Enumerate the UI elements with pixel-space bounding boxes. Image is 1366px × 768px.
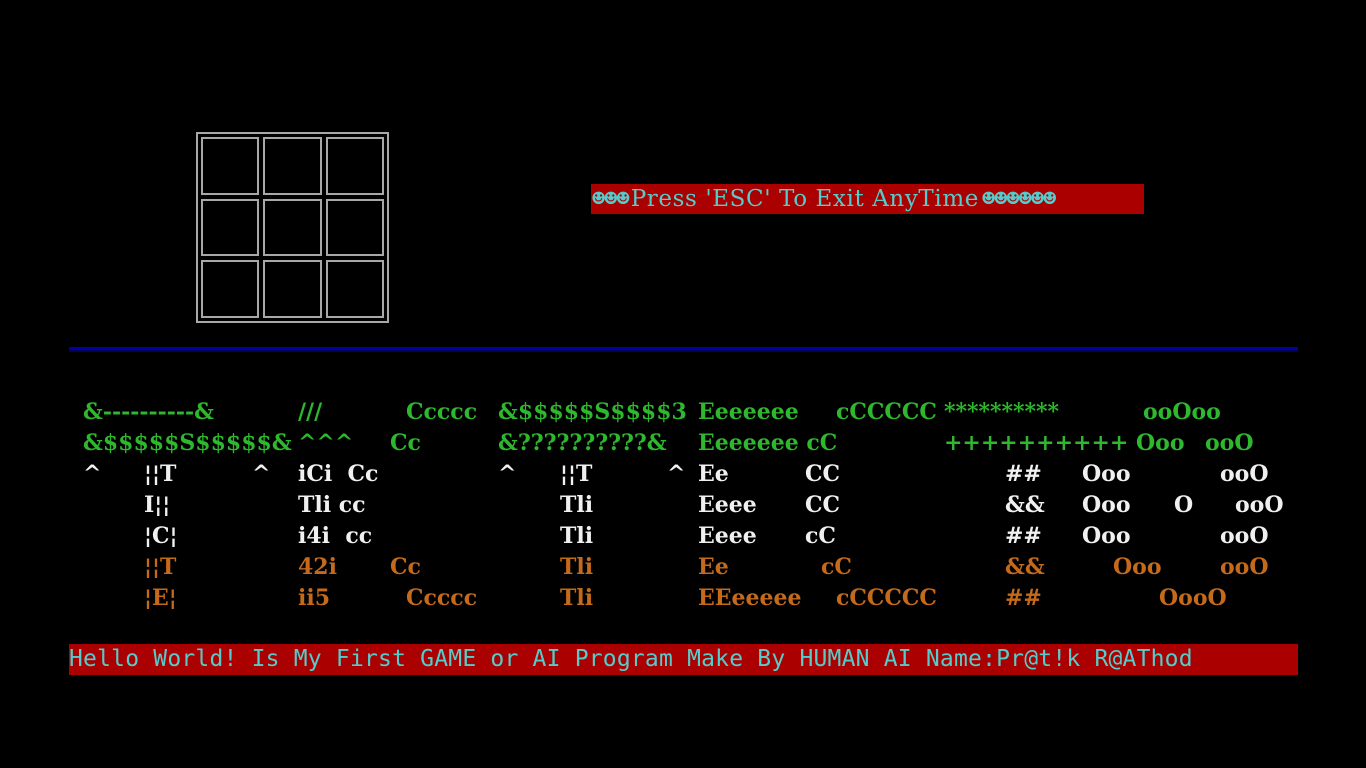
footer-credits-banner: Hello World! Is My First GAME or AI Prog…: [69, 644, 1298, 675]
art-segment: ##: [1005, 523, 1042, 549]
art-segment: &??????????&: [498, 430, 667, 456]
art-segment: ii5: [298, 585, 331, 611]
art-segment: ##: [1005, 461, 1042, 487]
art-segment: Ee: [698, 461, 729, 487]
art-segment: OooO: [1159, 585, 1227, 611]
esc-banner-text: Press 'ESC' To Exit AnyTime: [630, 186, 979, 212]
art-segment: Ooo: [1082, 492, 1131, 518]
board-cell-6[interactable]: [325, 198, 384, 257]
art-segment: Tli: [560, 523, 594, 549]
art-row: &----------& /// Ccccc &$$$$$S$$$$3 Eeeeeee c…: [83, 397, 1298, 428]
art-row: &$$$$$S$$$$$& ^^^ Cc &??????????& Eeeeeee cC…: [83, 428, 1298, 459]
ascii-art-title: &----------& /// Ccccc &$$$$$S$$$$3 Eeeeeee c…: [83, 397, 1298, 617]
art-segment: ooO: [1220, 523, 1269, 549]
art-segment: CC: [805, 461, 841, 487]
board-cell-2[interactable]: [263, 137, 322, 195]
art-segment: Ccccc: [406, 399, 478, 425]
smiley-icon: ☻☻☻: [591, 189, 631, 209]
board-cell-8[interactable]: [263, 260, 322, 318]
art-segment: i4i cc: [298, 523, 373, 549]
art-segment: ^: [83, 461, 102, 487]
art-segment: iCi Cc: [298, 461, 379, 487]
art-segment: Eeeeeee cC: [698, 430, 838, 456]
art-segment: ooO: [1220, 554, 1269, 580]
art-segment: Tli: [560, 492, 594, 518]
art-segment: ^^^: [298, 430, 354, 456]
board-cell-9[interactable]: [325, 260, 384, 318]
board-cell-4[interactable]: [201, 198, 260, 257]
board-cell-1[interactable]: [201, 137, 260, 195]
art-segment: Eeee: [698, 523, 757, 549]
art-row: I¦¦ Tli cc Tli Eeee CC && Ooo OooO: [83, 490, 1298, 521]
art-segment: O: [1174, 492, 1194, 518]
board-cell-7[interactable]: [201, 260, 260, 318]
art-segment: ooO: [1205, 430, 1254, 456]
art-segment: ++++++++++ Ooo: [944, 430, 1185, 456]
art-segment: Cc: [390, 430, 421, 456]
art-segment: Eeeeeee: [698, 399, 799, 425]
art-row: ¦E¦ ii5 Ccccc Tli EEeeeee cCCCCC ## OooO: [83, 583, 1298, 614]
art-segment: ¦¦T: [144, 554, 177, 580]
esc-exit-banner: ☻☻☻ Press 'ESC' To Exit AnyTime ☻☻☻☻☻☻: [591, 184, 1144, 214]
art-segment: ooO: [1235, 492, 1284, 518]
art-segment: ¦¦T: [560, 461, 593, 487]
art-row: ¦¦T 42i Cc Tli Ee cC && Ooo ooO: [83, 552, 1298, 583]
art-segment: cCCCCC: [836, 399, 937, 425]
art-segment: ooO: [1220, 461, 1269, 487]
art-segment: ooOoo: [1143, 399, 1221, 425]
board-cell-5[interactable]: [263, 198, 322, 257]
art-segment: cCCCCC: [836, 585, 937, 611]
art-segment: Tli: [560, 554, 594, 580]
art-segment: Eeee: [698, 492, 757, 518]
art-segment: cC: [805, 523, 836, 549]
art-segment: ¦E¦: [144, 585, 177, 611]
art-segment: ^: [498, 461, 517, 487]
art-segment: Ooo: [1113, 554, 1162, 580]
art-segment: ¦¦T: [144, 461, 177, 487]
art-segment: Ee: [698, 554, 729, 580]
art-segment: Ooo: [1082, 461, 1131, 487]
art-segment: cC: [821, 554, 852, 580]
art-segment: ///: [298, 399, 323, 425]
art-segment: 42i: [298, 554, 337, 580]
art-segment: Tli cc: [298, 492, 366, 518]
tic-tac-toe-board: [196, 132, 389, 323]
art-segment: Tli: [560, 585, 594, 611]
art-segment: &$$$$$S$$$$3: [498, 399, 687, 425]
game-screen: ☻☻☻ Press 'ESC' To Exit AnyTime ☻☻☻☻☻☻ &--…: [0, 0, 1366, 768]
art-segment: EEeeeee: [698, 585, 802, 611]
art-segment: &&: [1005, 554, 1045, 580]
art-segment: Cc: [390, 554, 421, 580]
art-segment: I¦¦: [144, 492, 171, 518]
art-segment: Ooo: [1082, 523, 1131, 549]
art-row: ¦C¦ i4i cc Tli Eeee cC ## Ooo ooO: [83, 521, 1298, 552]
art-segment: Ccccc: [406, 585, 478, 611]
art-segment: ^: [252, 461, 271, 487]
art-row: ^ ¦¦T ^ iCi Cc ^ ¦¦T ^ Ee CC ## Ooo ooO: [83, 459, 1298, 490]
art-segment: &----------&: [83, 399, 215, 425]
divider-line: [69, 347, 1298, 352]
art-segment: CC: [805, 492, 841, 518]
art-segment: ^: [667, 461, 686, 487]
board-cell-3[interactable]: [325, 137, 384, 195]
art-segment: &$$$$$S$$$$$&: [83, 430, 292, 456]
art-segment: &&: [1005, 492, 1045, 518]
art-segment: ##: [1005, 585, 1042, 611]
smiley-icon: ☻☻☻☻☻☻: [980, 189, 1057, 209]
art-segment: **********: [944, 399, 1060, 425]
art-segment: ¦C¦: [144, 523, 178, 549]
